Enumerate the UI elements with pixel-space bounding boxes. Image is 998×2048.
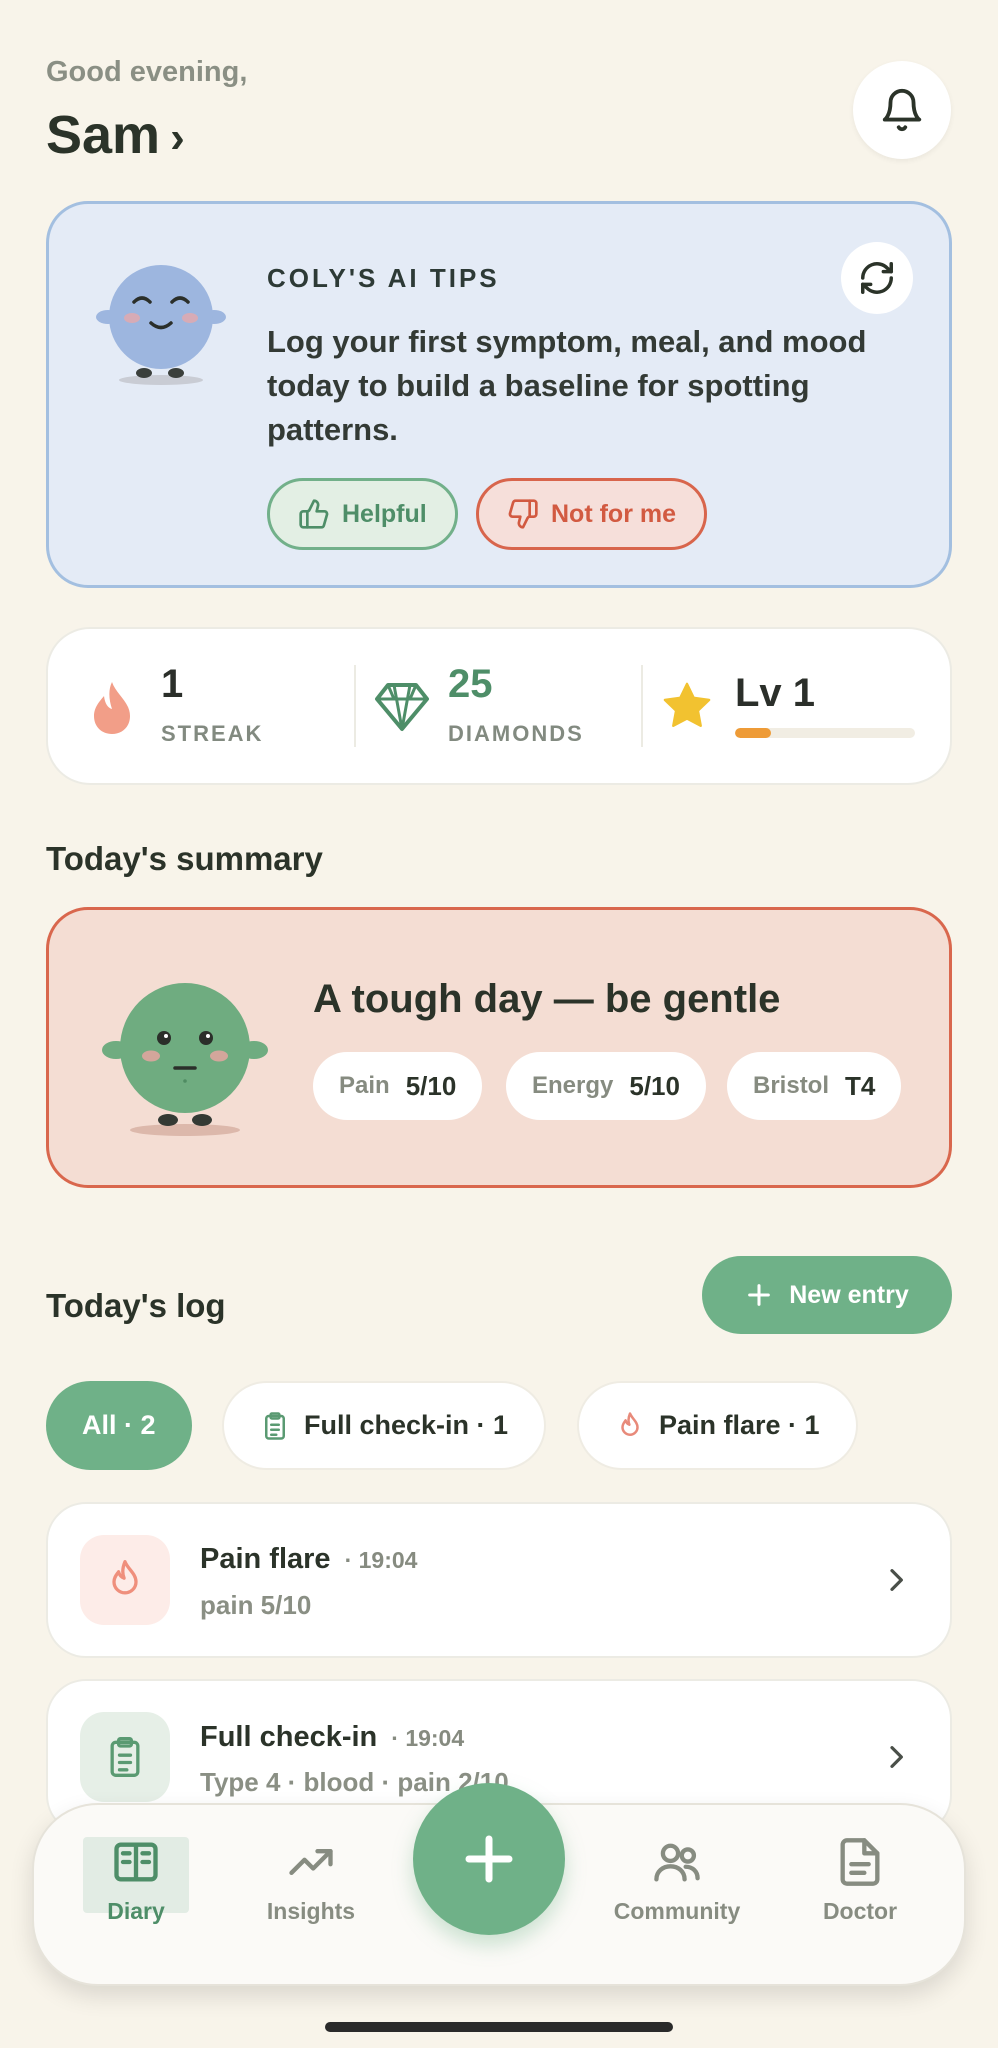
stat-divider xyxy=(641,665,643,747)
streak-label: STREAK xyxy=(161,721,264,746)
filter-chip-full-check-in[interactable]: Full check-in · 1 xyxy=(222,1381,547,1470)
helpful-button[interactable]: Helpful xyxy=(267,478,458,550)
log-entry-time: · 19:04 xyxy=(391,1725,465,1751)
nav-item-doctor[interactable]: Doctor xyxy=(790,1836,930,1925)
thumbs-up-icon xyxy=(299,499,329,529)
document-icon xyxy=(840,1838,880,1886)
log-entry-icon-box xyxy=(80,1535,170,1625)
summary-section-title: Today's summary xyxy=(46,840,323,877)
log-entry-header: Pain flare · 19:04 xyxy=(200,1543,417,1576)
helpful-label: Helpful xyxy=(342,499,427,528)
clipboard-icon xyxy=(265,1411,285,1440)
metric-label: Energy xyxy=(532,1072,614,1099)
refresh-icon xyxy=(861,262,893,294)
not-for-me-label: Not for me xyxy=(551,499,676,528)
filter-chip-pain-flare[interactable]: Pain flare · 1 xyxy=(577,1381,858,1470)
nav-item-insights[interactable]: Insights xyxy=(241,1836,381,1925)
add-entry-fab[interactable] xyxy=(413,1783,565,1935)
nav-label: Doctor xyxy=(822,1898,898,1924)
log-section-title: Today's log xyxy=(46,1287,226,1324)
metric-pill-pain: Pain 5/10 xyxy=(313,1052,483,1120)
ai-tips-title: COLY'S AI TIPS xyxy=(267,263,500,293)
log-entry-subtitle: pain 5/10 xyxy=(200,1590,312,1620)
metric-label: Pain xyxy=(339,1072,390,1099)
trend-icon xyxy=(289,1849,333,1875)
greeting-text: Good evening, xyxy=(46,56,248,88)
xp-progress-bar xyxy=(735,728,915,738)
coly-mascot-happy xyxy=(96,265,226,385)
star-icon xyxy=(663,682,711,727)
book-icon xyxy=(114,1842,158,1882)
nav-item-community[interactable]: Community xyxy=(607,1836,747,1925)
chevron-right-icon xyxy=(890,1746,903,1768)
new-entry-button[interactable]: New entry xyxy=(702,1256,952,1334)
diamonds-value: 25 xyxy=(448,662,493,706)
nav-label: Diary xyxy=(107,1898,165,1924)
refresh-tip-button[interactable] xyxy=(841,242,913,314)
metric-value: 5/10 xyxy=(629,1070,680,1101)
notifications-button[interactable] xyxy=(853,61,951,159)
filter-chip-label: All · 2 xyxy=(82,1410,156,1440)
bell-icon xyxy=(882,89,922,132)
flame-icon xyxy=(621,1411,639,1436)
plus-icon xyxy=(748,1284,771,1306)
metric-label: Bristol xyxy=(753,1072,830,1099)
log-entry-pain-flare[interactable] xyxy=(46,1502,952,1658)
metric-pill-energy: Energy 5/10 xyxy=(506,1052,706,1120)
flame-icon xyxy=(112,1560,138,1595)
coly-mascot-neutral xyxy=(102,983,268,1136)
clipboard-icon xyxy=(110,1737,140,1777)
home-indicator xyxy=(325,2022,673,2032)
profile-link[interactable]: Sam › xyxy=(46,104,185,166)
streak-value: 1 xyxy=(161,662,184,706)
filter-chip-label: Pain flare · 1 xyxy=(659,1410,820,1440)
diamonds-label: DIAMONDS xyxy=(448,721,584,746)
log-entry-icon-box xyxy=(80,1712,170,1802)
new-entry-label: New entry xyxy=(789,1280,909,1309)
level-value: Lv 1 xyxy=(735,671,816,715)
log-entry-header: Full check-in · 19:04 xyxy=(200,1721,464,1754)
thumbs-down-icon xyxy=(508,499,538,529)
summary-headline: A tough day — be gentle xyxy=(313,977,781,1021)
chevron-right-icon xyxy=(890,1569,903,1591)
nav-label: Insights xyxy=(266,1898,356,1924)
people-icon xyxy=(654,1843,700,1882)
log-entry-title: Full check-in xyxy=(200,1721,378,1753)
metric-value: T4 xyxy=(845,1070,876,1101)
nav-item-diary[interactable]: Diary xyxy=(66,1836,206,1925)
xp-progress-fill xyxy=(735,728,771,738)
metric-pill-bristol: Bristol T4 xyxy=(727,1052,902,1120)
filter-chip-label: Full check-in · 1 xyxy=(304,1410,509,1440)
filter-chip-all[interactable]: All · 2 xyxy=(46,1381,192,1470)
log-entry-title: Pain flare xyxy=(200,1543,331,1575)
nav-label: Community xyxy=(613,1898,741,1924)
chevron-right-icon: › xyxy=(170,113,185,162)
log-entry-time: · 19:04 xyxy=(344,1547,418,1573)
flame-icon xyxy=(94,682,130,734)
ai-tip-text: Log your first symptom, meal, and mood t… xyxy=(267,324,867,447)
stat-divider xyxy=(354,665,356,747)
not-for-me-button[interactable]: Not for me xyxy=(476,478,707,550)
diamond-icon xyxy=(375,683,429,731)
plus-icon xyxy=(465,1835,513,1883)
metric-value: 5/10 xyxy=(405,1070,457,1101)
username: Sam xyxy=(46,105,161,165)
